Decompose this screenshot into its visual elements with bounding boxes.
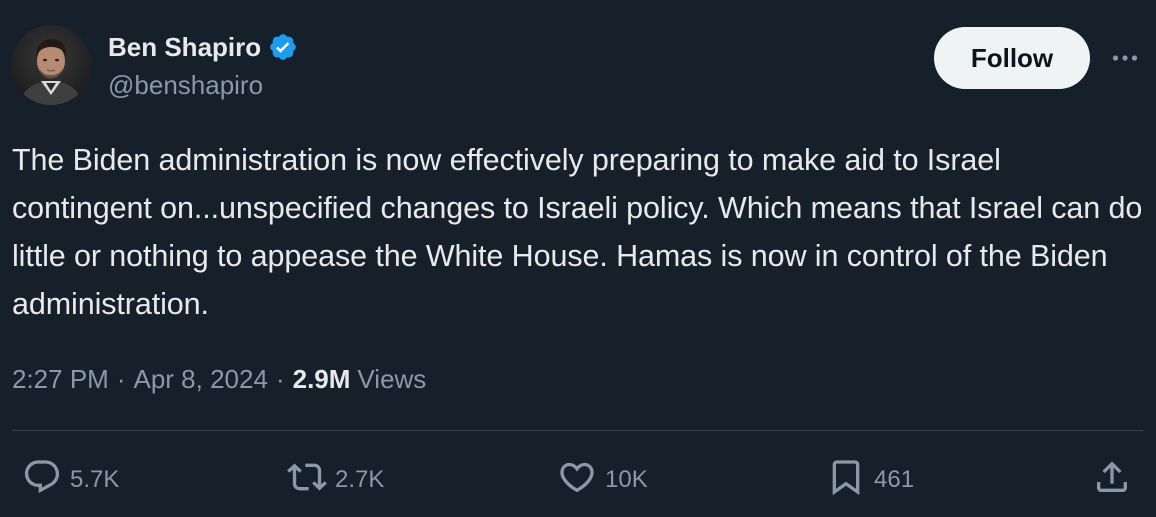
divider	[12, 430, 1143, 431]
reply-icon	[22, 457, 62, 504]
meta-separator: ·	[275, 363, 285, 394]
reply-button[interactable]: 5.7K	[22, 458, 119, 502]
bookmark-icon	[826, 457, 866, 504]
avatar[interactable]	[11, 25, 91, 105]
bookmark-button[interactable]: 461	[826, 458, 914, 502]
tweet-time[interactable]: 2:27 PM	[12, 364, 109, 395]
verified-badge-icon[interactable]	[268, 32, 298, 62]
views-count: 2.9M	[292, 363, 351, 394]
tweet-meta: 2:27 PM · Apr 8, 2024 · 2.9M Views	[12, 361, 426, 397]
like-count: 10K	[605, 466, 648, 493]
author-display-name[interactable]: Ben Shapiro	[108, 32, 261, 63]
bookmark-count: 461	[874, 466, 915, 493]
share-button[interactable]	[1092, 458, 1132, 502]
meta-separator: ·	[116, 363, 126, 394]
more-options-icon[interactable]	[1108, 46, 1142, 70]
follow-button[interactable]: Follow	[934, 27, 1090, 89]
like-button[interactable]: 10K	[557, 458, 648, 502]
retweet-icon	[287, 457, 327, 504]
author-name-row: Ben Shapiro	[108, 29, 298, 65]
tweet-date[interactable]: Apr 8, 2024	[134, 364, 268, 395]
tweet-card: Ben Shapiro @benshapiro Follow The Biden…	[0, 0, 1156, 517]
retweet-button[interactable]: 2.7K	[287, 458, 384, 502]
author-handle[interactable]: @benshapiro	[108, 70, 263, 101]
retweet-count: 2.7K	[335, 466, 385, 493]
views-label: Views	[357, 363, 427, 394]
share-icon	[1092, 457, 1132, 504]
avatar-image	[11, 25, 91, 105]
heart-icon	[557, 457, 597, 504]
reply-count: 5.7K	[70, 466, 120, 493]
tweet-text: The Biden administration is now effectiv…	[12, 143, 1143, 321]
